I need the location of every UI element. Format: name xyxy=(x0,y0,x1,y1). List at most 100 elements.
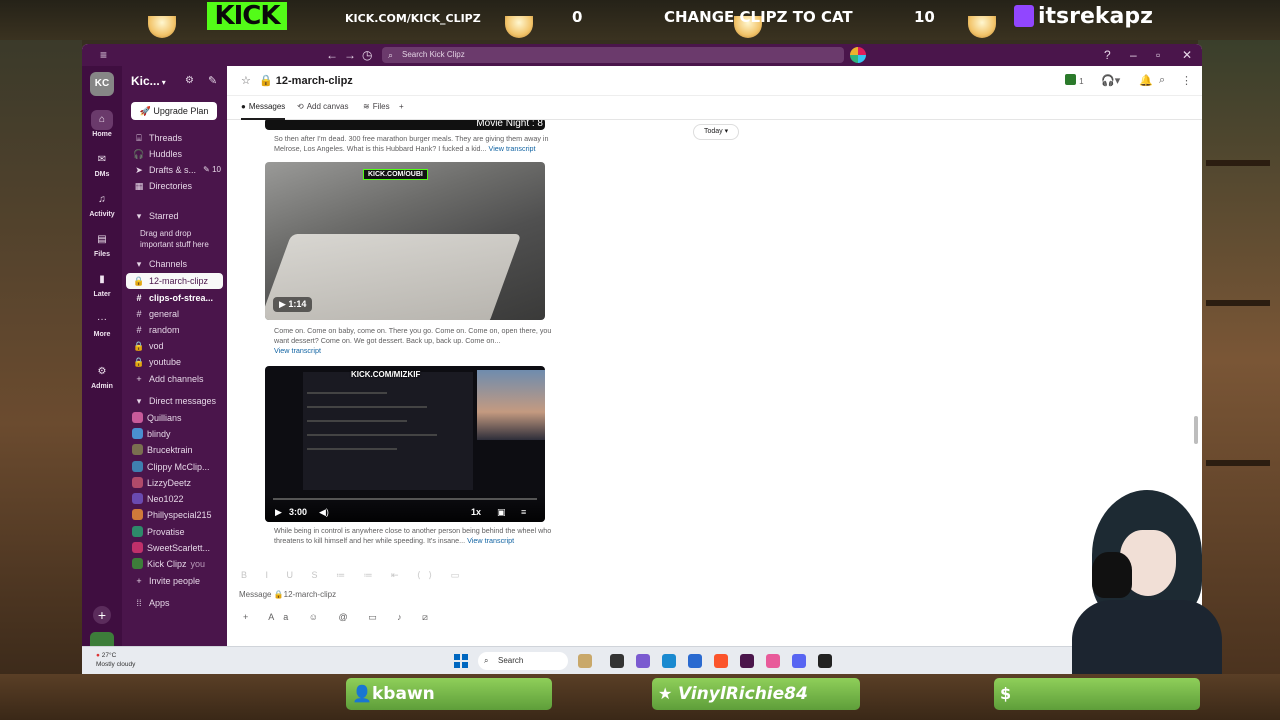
channel-random[interactable]: # random xyxy=(122,322,227,338)
add-channels-button[interactable]: + Add channels xyxy=(122,371,227,387)
obs-icon[interactable] xyxy=(818,654,832,668)
rail-later[interactable]: ▮ Later xyxy=(82,270,122,298)
dm-name: blindy xyxy=(147,429,171,439)
dm-item[interactable]: Phillyspecial215 xyxy=(122,507,227,523)
twitch-handle: itsrekapz xyxy=(1038,3,1153,29)
search-icon[interactable]: ⌕ xyxy=(1159,74,1165,87)
search-input[interactable]: ⌕ Search Kick Clipz xyxy=(382,47,844,63)
rail-home[interactable]: ⌂ Home xyxy=(82,110,122,138)
slack-icon[interactable] xyxy=(740,654,754,668)
scrollbar[interactable] xyxy=(1194,416,1198,444)
volume-icon[interactable]: ◀) xyxy=(319,507,329,518)
tab-files[interactable]: ≋ Files xyxy=(363,96,390,120)
play-button[interactable]: ▶ 1:14 xyxy=(273,297,313,312)
tab-messages[interactable]: ● Messages xyxy=(241,96,286,120)
video-attachment[interactable]: Movie Night : 8 xyxy=(265,120,545,130)
rail-more[interactable]: ··· More xyxy=(82,310,122,338)
back-arrow-icon[interactable]: ← xyxy=(326,47,338,63)
app-icon[interactable] xyxy=(636,654,650,668)
video-attachment[interactable]: KICK.COM/OUBI ▶ 1:14 xyxy=(265,162,545,320)
taskbar-search[interactable]: ⌕ Search xyxy=(478,652,568,670)
notification-icon[interactable]: 🔔 xyxy=(1139,74,1153,87)
video-attachment[interactable]: KICK.COM/MIZKIF ▶ 3:00 ◀) 1x ▣ ≡ xyxy=(265,366,545,522)
huddle-headphones-icon[interactable]: 🎧▾ xyxy=(1101,74,1120,87)
day-divider[interactable]: Today ▾ xyxy=(693,124,740,140)
add-workspace-button[interactable]: + xyxy=(93,606,111,624)
dm-item[interactable]: Neo1022 xyxy=(122,491,227,507)
workspace-avatar[interactable]: KC xyxy=(90,72,114,96)
weather-condition: Mostly cloudy xyxy=(96,661,136,668)
rail-admin[interactable]: ⚙ Admin xyxy=(82,362,122,390)
close-icon[interactable]: ✕ xyxy=(1182,47,1192,63)
add-tab-button[interactable]: + xyxy=(399,96,404,120)
windows-start-icon[interactable] xyxy=(454,654,468,668)
channels-section-header[interactable]: ▾ Channels xyxy=(122,256,227,272)
composer-tools[interactable]: + Aa ☺ @ ▭ ♪ ⧄ xyxy=(243,612,437,623)
compose-icon[interactable]: ✎ xyxy=(208,74,217,87)
channel-12-march-clipz[interactable]: 🔒 12-march-clipz xyxy=(126,273,223,289)
star-icon[interactable]: ☆ xyxy=(241,74,251,87)
dm-item[interactable]: blindy xyxy=(122,426,227,442)
channel-clips-of-streamers[interactable]: # clips-of-strea... xyxy=(122,290,227,306)
captions-icon[interactable]: ▣ xyxy=(497,507,506,518)
members-button[interactable]: 1 xyxy=(1065,74,1084,87)
sidebar-item-drafts[interactable]: ➤ Drafts & s... ✎ 10 xyxy=(122,162,227,178)
dm-item[interactable]: LizzyDeetz xyxy=(122,475,227,491)
view-transcript-link[interactable]: View transcript xyxy=(467,536,514,545)
rail-dms[interactable]: ✉ DMs xyxy=(82,150,122,178)
sidebar-item-directories[interactable]: ▦ Directories xyxy=(122,178,227,194)
sidebar-item-label: Directories xyxy=(149,181,193,191)
channel-title[interactable]: 🔒 12-march-clipz xyxy=(259,74,353,87)
minimize-icon[interactable]: – xyxy=(1130,47,1137,63)
upgrade-plan-button[interactable]: 🚀 Upgrade Plan xyxy=(131,102,217,120)
kebab-menu-icon[interactable]: ⋮ xyxy=(1181,74,1192,87)
menu-icon[interactable]: ≡ xyxy=(100,47,107,63)
progress-bar[interactable] xyxy=(273,498,537,500)
maximize-icon[interactable]: ▫ xyxy=(1156,47,1160,63)
forward-arrow-icon[interactable]: → xyxy=(344,47,356,63)
store-icon[interactable] xyxy=(688,654,702,668)
message-composer: B I U S ≔ ≔ ⇤ ⟨⟩ ▭ Message 🔒12-march-cli… xyxy=(237,566,1192,636)
apps-section-header[interactable]: ⁞⁞ Apps xyxy=(122,595,227,611)
channel-youtube[interactable]: 🔒 youtube xyxy=(122,354,227,370)
playback-speed[interactable]: 1x xyxy=(471,507,481,517)
sidebar-item-threads[interactable]: ⌸ Threads xyxy=(122,130,227,146)
dm-section-header[interactable]: ▾ Direct messages xyxy=(122,393,227,409)
message-input[interactable]: Message 🔒12-march-clipz xyxy=(239,590,336,599)
app-icon[interactable] xyxy=(610,654,624,668)
dm-item[interactable]: Provatise xyxy=(122,524,227,540)
dm-item-self[interactable]: Kick Clipz you xyxy=(122,556,227,572)
dm-item[interactable]: Brucektrain xyxy=(122,442,227,458)
dm-item[interactable]: Quillians xyxy=(122,410,227,426)
invite-people-button[interactable]: + Invite people xyxy=(122,573,227,589)
workspace-name-text: Kic... xyxy=(131,74,160,88)
channel-general[interactable]: # general xyxy=(122,306,227,322)
settings-icon[interactable]: ⚙ xyxy=(185,75,194,86)
workspace-name[interactable]: Kic... ▾ xyxy=(131,74,166,88)
view-transcript-link[interactable]: View transcript xyxy=(489,144,536,153)
channel-vod[interactable]: 🔒 vod xyxy=(122,338,227,354)
dm-item[interactable]: Clippy McClip... xyxy=(122,459,227,475)
dm-item[interactable]: SweetScarlett... xyxy=(122,540,227,556)
play-icon[interactable]: ▶ xyxy=(275,507,282,518)
twitch-icon xyxy=(1014,5,1034,27)
brave-icon[interactable] xyxy=(714,654,728,668)
sidebar-item-huddles[interactable]: 🎧 Huddles xyxy=(122,146,227,162)
app-icon[interactable] xyxy=(578,654,592,668)
edge-icon[interactable] xyxy=(662,654,676,668)
weather-widget[interactable]: ● 27°C Mostly cloudy xyxy=(96,651,135,669)
tab-add-canvas[interactable]: ⟲ Add canvas xyxy=(297,96,349,120)
starred-section-header[interactable]: ▾ Starred xyxy=(122,208,227,224)
transcript-icon[interactable]: ≡ xyxy=(521,507,526,517)
discord-icon[interactable] xyxy=(792,654,806,668)
avatar[interactable] xyxy=(90,632,114,646)
hash-icon: # xyxy=(136,325,142,335)
rail-activity[interactable]: ♫ Activity xyxy=(82,190,122,218)
app-icon[interactable] xyxy=(766,654,780,668)
format-toolbar[interactable]: B I U S ≔ ≔ ⇤ ⟨⟩ ▭ xyxy=(241,570,467,581)
history-icon[interactable]: ◷ xyxy=(362,47,372,63)
rail-files[interactable]: ▤ Files xyxy=(82,230,122,258)
profile-icon[interactable] xyxy=(850,47,866,63)
view-transcript-link[interactable]: View transcript xyxy=(274,346,321,355)
help-icon[interactable]: ? xyxy=(1104,47,1111,63)
